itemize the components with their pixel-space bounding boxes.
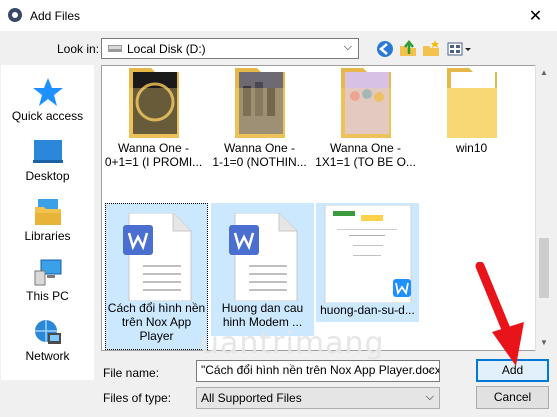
item-name-line2: 0+1=1 (I PROMI...	[104, 155, 203, 169]
wps-document-icon	[122, 213, 191, 301]
desktop-icon	[32, 140, 63, 163]
scroll-thumb[interactable]	[539, 238, 549, 298]
look-in-label: Look in:	[57, 42, 100, 56]
local-disk-icon	[108, 45, 122, 52]
file-type-label: Files of type:	[103, 391, 172, 405]
place-desktop[interactable]: Desktop	[1, 137, 94, 193]
look-in-dropdown[interactable]: Local Disk (D:) ⌵	[101, 38, 359, 59]
item-name-line1: Wanna One -	[118, 141, 189, 155]
place-label: Desktop	[25, 169, 70, 183]
folder-icon	[446, 68, 497, 138]
place-network[interactable]: Network	[1, 317, 94, 373]
app-icon	[8, 8, 22, 22]
folder-thumbnail-icon	[234, 68, 285, 138]
folder-item[interactable]: Wanna One - 1X1=1 (TO BE O...	[314, 66, 417, 186]
item-name-line1: Wanna One -	[330, 141, 401, 155]
folder-item[interactable]: win10	[420, 66, 523, 186]
this-pc-icon	[34, 259, 61, 286]
item-name-line2: 1-1=0 (NOTHIN...	[212, 155, 307, 169]
place-label: This PC	[26, 289, 69, 303]
item-name-line2: 1X1=1 (TO BE O...	[315, 155, 416, 169]
document-item-selected[interactable]: Huong dan cau hinh Modem ...	[211, 203, 314, 336]
annotation-arrow-icon	[475, 262, 524, 366]
close-icon: ✕	[528, 7, 543, 25]
back-icon[interactable]	[375, 39, 395, 59]
vertical-scrollbar[interactable]: ▲ ▼	[535, 65, 552, 351]
up-folder-icon[interactable]	[398, 39, 418, 59]
place-quick-access[interactable]: Quick access	[1, 77, 94, 133]
title-bar: Add Files ✕	[0, 0, 557, 31]
watermark: uantrimang	[200, 326, 385, 361]
chevron-down-icon: ⌵	[343, 41, 352, 53]
scroll-down-arrow-icon[interactable]: ▼	[536, 335, 552, 351]
document-preview-thumbnail	[324, 205, 411, 303]
place-label: Libraries	[24, 229, 71, 243]
place-this-pc[interactable]: This PC	[1, 257, 94, 313]
network-icon	[34, 320, 61, 344]
file-type-value: All Supported Files	[201, 391, 302, 405]
place-label: Network	[25, 349, 70, 363]
file-type-dropdown[interactable]: All Supported Files ⌵	[196, 387, 440, 409]
item-name-line1: win10	[455, 141, 488, 155]
file-name-combobox[interactable]: "Cách đổi hình nền trên Nox App Player.d…	[196, 360, 440, 382]
places-bar: Quick access Desktop Libraries This PC N…	[1, 65, 94, 380]
chevron-down-icon[interactable]: ⌵	[426, 364, 434, 377]
document-item-selected[interactable]: huong-dan-su-d...	[316, 203, 419, 322]
window-title: Add Files	[30, 9, 81, 23]
folder-thumbnail-icon	[128, 68, 179, 138]
item-name-line1: Huong dan cau	[221, 301, 304, 315]
folder-item[interactable]: Wanna One - 1-1=0 (NOTHIN...	[208, 66, 311, 186]
quick-access-star-icon	[32, 78, 63, 106]
folder-item[interactable]: Wanna One - 0+1=1 (I PROMI...	[102, 66, 205, 186]
file-name-label: File name:	[103, 366, 160, 380]
close-button[interactable]: ✕	[514, 0, 557, 31]
scroll-up-arrow-icon[interactable]: ▲	[536, 65, 552, 81]
place-label: Quick access	[11, 109, 84, 123]
place-libraries[interactable]: Libraries	[1, 197, 94, 253]
libraries-icon	[34, 199, 61, 225]
item-name-line2: trên Nox App	[121, 315, 192, 329]
item-name-line3: Player	[139, 329, 174, 343]
view-menu-icon[interactable]	[446, 39, 472, 59]
item-name-line1: Cách đổi hình nền	[107, 301, 206, 315]
folder-thumbnail-icon	[340, 68, 391, 138]
item-name-line1: Wanna One -	[224, 141, 295, 155]
file-name-value[interactable]: "Cách đổi hình nền trên Nox App Player.d…	[201, 363, 439, 377]
chevron-down-icon: ⌵	[425, 391, 434, 403]
item-name-line1: huong-dan-su-d...	[320, 303, 415, 317]
document-item-selected[interactable]: Cách đổi hình nền trên Nox App Player	[105, 203, 208, 350]
cancel-button[interactable]: Cancel	[476, 386, 549, 409]
new-folder-icon[interactable]	[421, 39, 441, 59]
look-in-value: Local Disk (D:)	[127, 42, 206, 56]
wps-document-icon	[228, 213, 297, 301]
